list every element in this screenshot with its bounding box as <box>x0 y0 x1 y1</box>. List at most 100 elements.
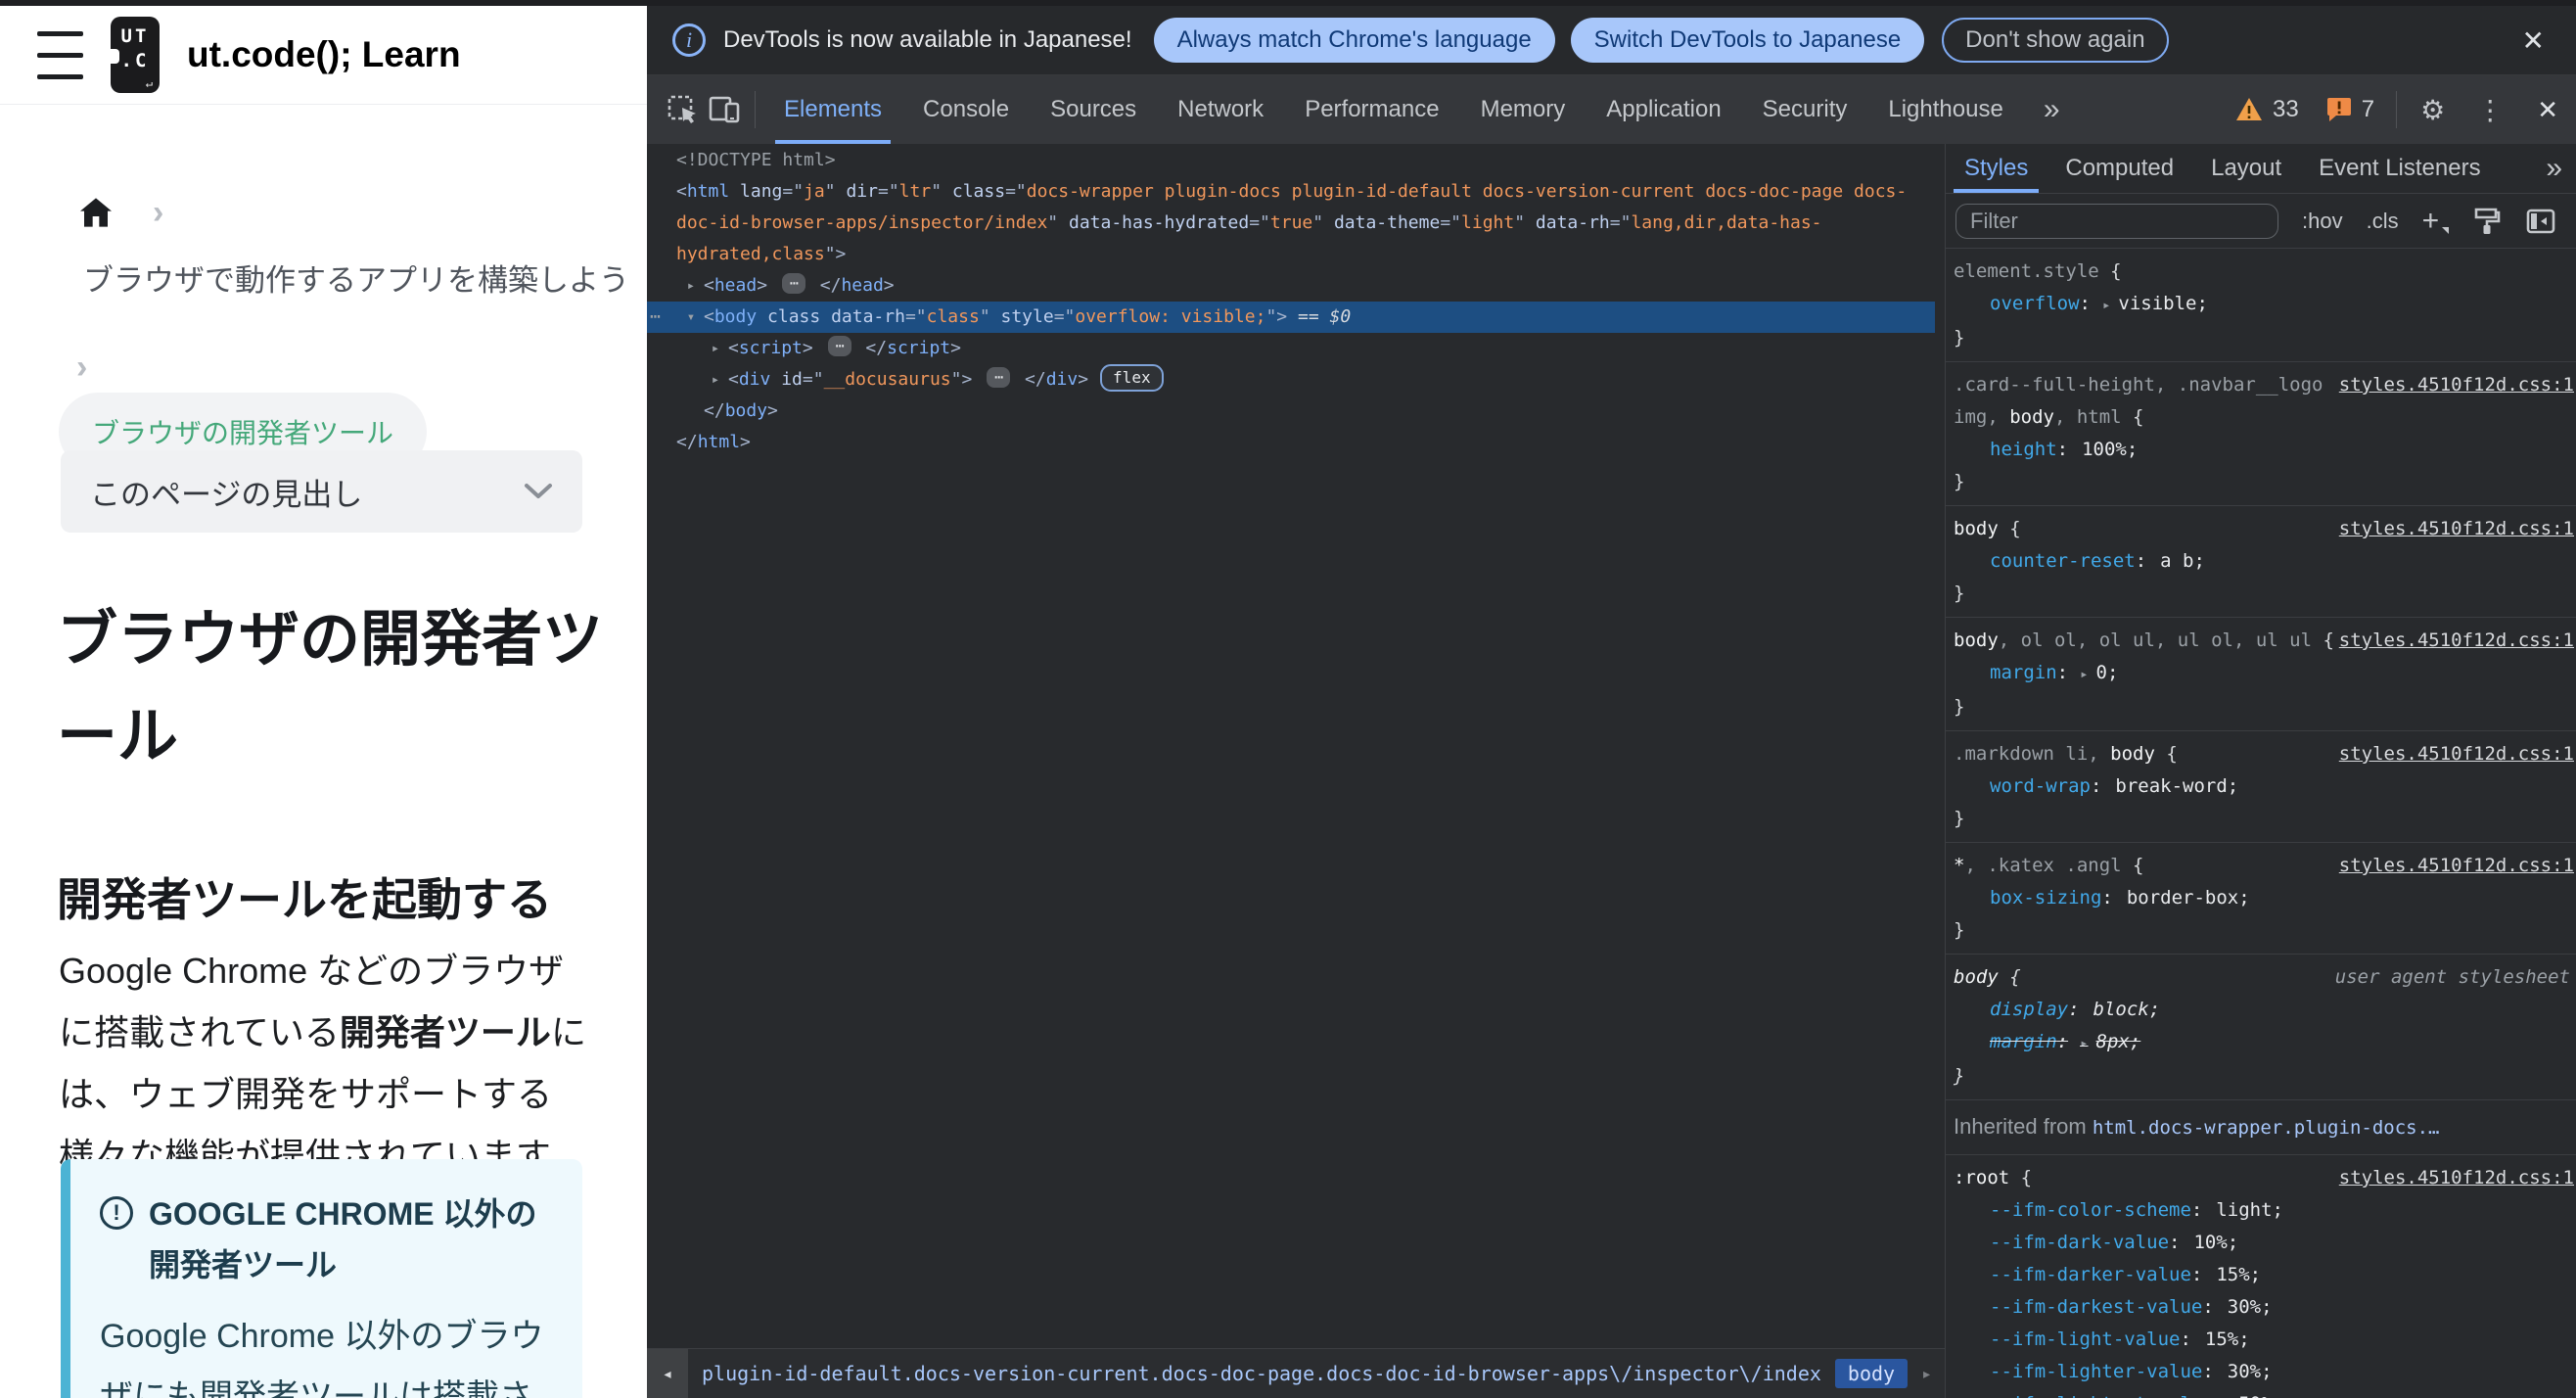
rule-closing-brace: } <box>1954 582 1965 604</box>
flex-badge[interactable]: flex <box>1100 364 1164 392</box>
site-logo[interactable]: UT .C ↵ <box>111 17 160 93</box>
expand-value-icon[interactable]: ▸ <box>2080 1036 2088 1051</box>
stylesheet-link[interactable]: styles.4510f12d.css:1 <box>2339 738 2574 770</box>
statusbar-forward-icon[interactable]: ▸ <box>1921 1364 1932 1384</box>
devtools-tab-console[interactable]: Console <box>902 75 1030 144</box>
css-property[interactable]: --ifm-lighter-value: 30%; <box>1954 1356 2568 1388</box>
css-property[interactable]: display: block; <box>1954 994 2568 1026</box>
expand-node-button[interactable]: ⋯ <box>781 273 805 294</box>
css-property[interactable]: height: 100%; <box>1954 434 2568 466</box>
dom-tree-row[interactable]: ▸ <script> ⋯ </script> <box>647 333 1935 364</box>
dom-tree-row[interactable]: </body> <box>647 396 1935 427</box>
code-token: data-rh <box>1535 212 1610 233</box>
warnings-counter[interactable]: 33 <box>2222 96 2313 123</box>
stylesheet-link[interactable]: styles.4510f12d.css:1 <box>2339 1162 2574 1194</box>
stylesheet-link[interactable]: styles.4510f12d.css:1 <box>2339 850 2574 882</box>
css-property[interactable]: --ifm-darkest-value: 30%; <box>1954 1291 2568 1324</box>
sidebar-tab-event-listeners[interactable]: Event Listeners <box>2300 144 2499 193</box>
dont-show-again-button[interactable]: Don't show again <box>1942 18 2169 63</box>
devtools-close-icon[interactable]: ✕ <box>2519 95 2576 125</box>
styles-filter-input[interactable] <box>1955 203 2278 239</box>
inspect-element-icon[interactable] <box>661 75 704 144</box>
dom-tree-row[interactable]: ▸ <head> ⋯ </head> <box>647 270 1935 302</box>
infobar-close-icon[interactable]: ✕ <box>2516 24 2551 57</box>
css-property[interactable]: --ifm-darker-value: 15%; <box>1954 1259 2568 1291</box>
expand-arrow-icon[interactable]: ▸ <box>680 270 702 302</box>
style-rule[interactable]: styles.4510f12d.css:1 .markdown li, body … <box>1946 731 2576 843</box>
code-token: > <box>1078 369 1089 390</box>
devtools-tab-performance[interactable]: Performance <box>1284 75 1459 144</box>
more-tabs-icon[interactable]: » <box>2024 93 2082 126</box>
issues-counter[interactable]: 7 <box>2313 96 2388 123</box>
devtools-tab-lighthouse[interactable]: Lighthouse <box>1867 75 2023 144</box>
css-property[interactable]: --ifm-color-scheme: light; <box>1954 1194 2568 1227</box>
dom-tree-row[interactable]: <!DOCTYPE html> <box>647 145 1935 176</box>
style-rule[interactable]: styles.4510f12d.css:1 body, ol ol, ol ul,… <box>1946 618 2576 731</box>
more-sidebar-tabs-icon[interactable]: » <box>2534 152 2576 185</box>
toggle-sidebar-icon[interactable] <box>2525 206 2556 237</box>
css-property[interactable]: counter-reset: a b; <box>1954 545 2568 578</box>
inherited-node-link[interactable]: html.docs-wrapper.plugin-docs.… <box>2093 1117 2440 1139</box>
code-token: ja <box>804 181 825 202</box>
home-icon[interactable] <box>80 198 112 227</box>
css-property[interactable]: box-sizing: border-box; <box>1954 882 2568 914</box>
devtools-tab-application[interactable]: Application <box>1586 75 1741 144</box>
css-property-value: 50%; <box>2238 1393 2283 1398</box>
rendering-emulation-icon[interactable] <box>2470 206 2502 237</box>
collapse-arrow-icon[interactable]: ▾ <box>680 302 702 333</box>
style-rule[interactable]: styles.4510f12d.css:1:root {--ifm-color-… <box>1946 1155 2576 1398</box>
toggle-pseudo-state-button[interactable]: :hov <box>2302 209 2343 234</box>
sidebar-tab-layout[interactable]: Layout <box>2192 144 2300 193</box>
stylesheet-link[interactable]: styles.4510f12d.css:1 <box>2339 513 2574 545</box>
expand-node-button[interactable]: ⋯ <box>827 336 851 356</box>
settings-gear-icon[interactable]: ⚙ <box>2405 94 2461 126</box>
expand-node-button[interactable]: ⋯ <box>987 367 1011 388</box>
css-property[interactable]: --ifm-lightest-value:50%; <box>1954 1388 2568 1398</box>
style-rule[interactable]: styles.4510f12d.css:1 .card--full-height,… <box>1946 362 2576 506</box>
expand-value-icon[interactable]: ▸ <box>2102 298 2110 313</box>
new-style-rule-button[interactable]: + <box>2422 206 2449 236</box>
devtools-tab-sources[interactable]: Sources <box>1030 75 1157 144</box>
expand-value-icon[interactable]: ▸ <box>2080 667 2088 682</box>
style-rule[interactable]: styles.4510f12d.css:1 body {counter-reset… <box>1946 506 2576 618</box>
sidebar-tab-computed[interactable]: Computed <box>2047 144 2192 193</box>
sidebar-tab-styles[interactable]: Styles <box>1946 144 2047 193</box>
css-property[interactable]: word-wrap: break-word; <box>1954 770 2568 803</box>
kebab-menu-icon[interactable]: ⋮ <box>2461 94 2519 126</box>
statusbar-breadcrumb[interactable]: plugin-id-default.docs-version-current.d… <box>688 1362 1835 1385</box>
devtools-tab-elements[interactable]: Elements <box>763 75 902 144</box>
statusbar-selected-node[interactable]: body <box>1834 1359 1909 1388</box>
infobar-action-button[interactable]: Always match Chrome's language <box>1153 18 1555 63</box>
dom-tree-row[interactable]: <html lang="ja" dir="ltr" class="docs-wr… <box>647 176 1935 270</box>
toggle-class-button[interactable]: .cls <box>2367 209 2399 234</box>
rule-closing-brace: } <box>1954 808 1965 829</box>
expand-arrow-icon[interactable]: ▸ <box>705 333 726 364</box>
device-toolbar-icon[interactable] <box>704 75 747 144</box>
css-property[interactable]: margin: ▸ 0; <box>1954 657 2568 691</box>
stylesheet-link[interactable]: styles.4510f12d.css:1 <box>2339 625 2574 657</box>
admonition-body: Google Chrome 以外のブラウザにも開発者ツールは搭載されて <box>100 1318 544 1398</box>
toc-toggle[interactable]: このページの見出し <box>61 450 582 533</box>
css-property[interactable]: overflow: ▸ visible; <box>1954 288 2568 322</box>
style-rule[interactable]: element.style {overflow: ▸ visible;} <box>1946 249 2576 362</box>
rule-closing-brace: } <box>1954 327 1965 349</box>
style-rule[interactable]: user agent stylesheet body {display: block… <box>1946 955 2576 1100</box>
css-property-value: block; <box>2093 999 2161 1020</box>
dom-tree-row[interactable]: </html> <box>647 427 1935 458</box>
devtools-tab-network[interactable]: Network <box>1157 75 1284 144</box>
devtools-tab-memory[interactable]: Memory <box>1460 75 1587 144</box>
dom-tree-row-selected[interactable]: ⋯ ▾ <body class data-rh="class" style="ove… <box>647 302 1935 333</box>
devtools-tab-security[interactable]: Security <box>1742 75 1868 144</box>
breadcrumb-parent[interactable]: ブラウザで動作するアプリを構築しよう <box>83 258 631 303</box>
infobar-action-button[interactable]: Switch DevTools to Japanese <box>1570 18 1925 63</box>
style-rule[interactable]: styles.4510f12d.css:1 *, .katex .angl {bo… <box>1946 843 2576 955</box>
css-property[interactable]: --ifm-dark-value: 10%; <box>1954 1227 2568 1259</box>
css-property[interactable]: margin: ▸ 8px; <box>1954 1026 2568 1060</box>
site-title[interactable]: ut.code(); Learn <box>187 34 461 75</box>
stylesheet-link[interactable]: styles.4510f12d.css:1 <box>2339 369 2574 401</box>
css-property[interactable]: --ifm-light-value: 15%; <box>1954 1324 2568 1356</box>
dom-tree-row[interactable]: ▸ <div id="__docusaurus"> ⋯ </div> flex <box>647 364 1935 396</box>
hamburger-menu-icon[interactable] <box>37 30 83 79</box>
expand-arrow-icon[interactable]: ▸ <box>705 364 726 396</box>
statusbar-back-icon[interactable]: ◂ <box>647 1349 688 1398</box>
